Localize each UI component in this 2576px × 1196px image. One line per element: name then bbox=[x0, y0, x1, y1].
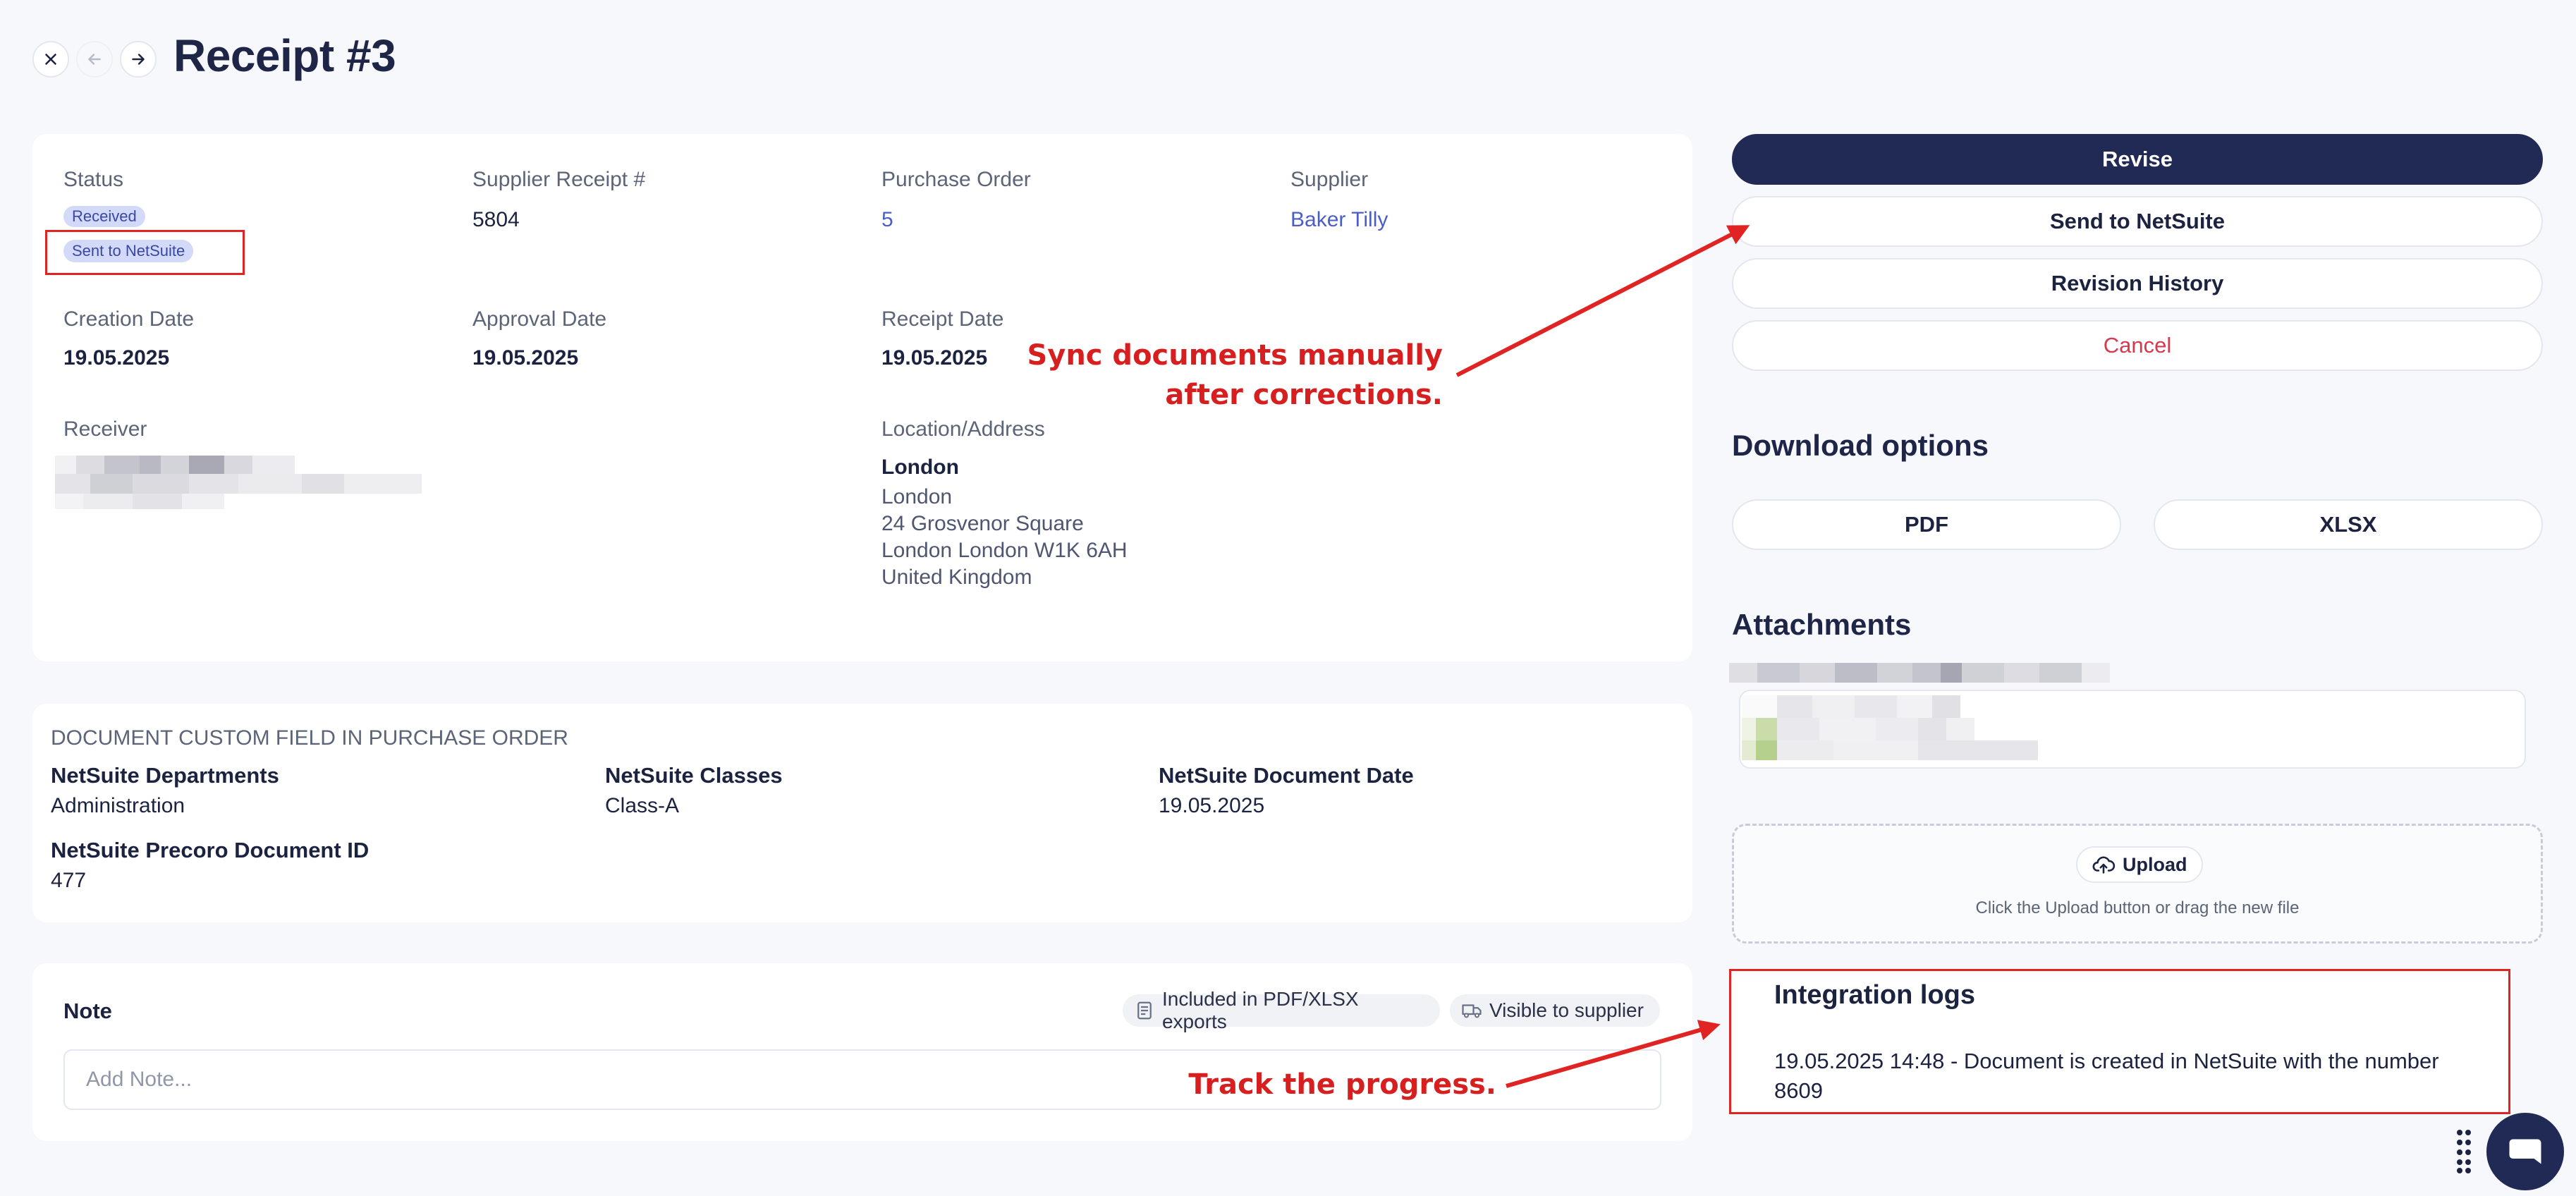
chat-icon bbox=[2509, 1139, 2541, 1164]
arrow-to-integration-logs bbox=[1506, 1020, 1721, 1088]
chat-button[interactable] bbox=[2486, 1113, 2564, 1190]
arrow-to-send-button bbox=[1455, 225, 1750, 377]
drag-handle-icon[interactable] bbox=[2455, 1128, 2472, 1173]
annotation-arrows bbox=[1455, 225, 1750, 1088]
